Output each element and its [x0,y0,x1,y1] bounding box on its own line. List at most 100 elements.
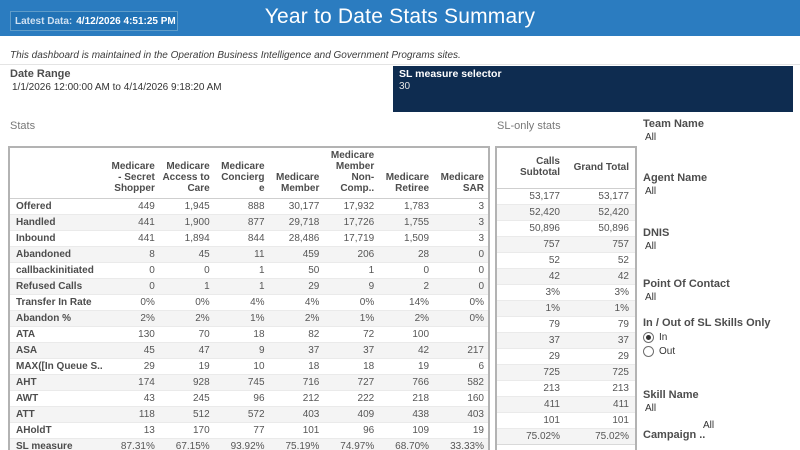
stats-cell: 42 [417,345,430,356]
stats-row-label[interactable]: Refused Calls [10,279,104,295]
stats-row-label[interactable]: Transfer In Rate [10,295,104,311]
filter-dnis-label: DNIS [643,227,670,239]
stats-cell: 4% [304,297,320,308]
stats-cell: 403 [467,409,484,420]
sl-only-cell: 29 [548,351,560,362]
sl-only-row: 75.02% 75.02% [497,428,635,445]
stats-cell: 438 [412,409,430,420]
stats-cell: 10 [253,361,265,372]
stats-row-label[interactable]: callbackinitiated [10,263,104,279]
stats-row: ATT 118 512 572 403 409 438 403 [10,406,488,423]
stats-column-header[interactable]: Medicare - Secret Shopper [104,148,159,199]
stats-row: callbackinitiated 0 0 1 50 1 0 0 [10,263,488,279]
stats-row-label[interactable]: ATT [10,407,104,423]
sl-measure-selector-value[interactable]: 30 [399,81,787,92]
stats-cell: 0 [149,281,155,292]
stats-cell: 74.97% [340,441,375,450]
stats-cell: 1,755 [404,217,430,228]
stats-cell: 68.70% [395,441,430,450]
stats-row-label[interactable]: MAX([In Queue S.. [10,359,104,375]
stats-cell: 217 [467,345,484,356]
stats-cell: 19 [417,361,430,372]
stats-cell: 512 [193,409,210,420]
radio-selected-icon[interactable] [643,332,654,343]
stats-cell: 222 [357,393,375,404]
stats-cell: 0% [469,313,484,324]
filter-point-of-contact-label: Point Of Contact [643,278,730,290]
stats-cell: 2% [304,313,320,324]
stats-cell: 18 [253,329,265,340]
stats-cell: 87.31% [120,441,155,450]
sl-only-row: 53,177 53,177 [497,189,635,205]
stats-cell: 4% [250,297,265,308]
stats-row-label[interactable]: Offered [10,199,104,215]
stats-cell: 1,783 [404,201,430,212]
stats-section-label: Stats [10,120,36,132]
filter-dnis-value: All [645,241,657,252]
sl-only-cell: 79 [548,319,560,330]
stats-cell: 118 [138,409,155,420]
stats-cell: 409 [357,409,375,420]
page-title: Year to Date Stats Summary [264,5,536,28]
filter-sl-skills-label: In / Out of SL Skills Only [643,317,771,329]
stats-column-header[interactable]: Medicare Member [268,148,324,199]
stats-cell: 0 [149,265,155,276]
sl-only-row: 725 725 [497,364,635,381]
stats-column-header[interactable]: Medicare Concierge [213,148,269,199]
stats-row-label[interactable]: AHoldT [10,423,104,439]
radio-option-in[interactable]: In [643,332,795,343]
sl-only-cell: 3% [614,287,629,298]
stats-cell: 93.92% [230,441,265,450]
sl-only-cell: 411 [613,399,629,410]
sl-only-column-header[interactable]: Calls Subtotal [497,148,566,189]
stats-row-label[interactable]: Abandoned [10,247,104,263]
stats-cell: 1% [359,313,375,324]
stats-row-label[interactable]: Inbound [10,231,104,247]
stats-row-label[interactable]: Handled [10,215,104,231]
stats-column-header[interactable]: Medicare Member Non-Comp.. [323,148,379,199]
filter-agent-name-value: All [645,186,657,197]
stats-cell: 459 [302,249,320,260]
stats-cell: 29 [308,281,320,292]
radio-option-out[interactable]: Out [643,346,795,357]
sl-only-row: 29 29 [497,349,635,365]
radio-unselected-icon[interactable] [643,346,654,357]
stats-cell: 3 [478,201,484,212]
filter-agent-name-label: Agent Name [643,172,708,184]
stats-cell [433,327,488,343]
stats-row-label[interactable]: AWT [10,391,104,407]
stats-row-label[interactable]: ASA [10,343,104,359]
sl-only-column-header[interactable]: Grand Total [566,148,635,189]
sl-only-table: Calls Subtotal Grand Total 53,177 53,177 52… [497,148,635,445]
stats-cell: 29 [143,361,155,372]
sl-only-row: 101 101 [497,413,635,429]
sl-only-cell: 75.02% [595,431,629,442]
sl-measure-selector[interactable]: SL measure selector 30 [393,66,793,112]
sl-only-cell: 79 [617,319,629,330]
stats-row-label[interactable]: SL measure [10,439,104,450]
stats-column-header[interactable]: Medicare Access to Care [158,148,214,199]
stats-cell: 1,900 [184,217,210,228]
filter-point-of-contact: Point Of Contact All [643,278,795,303]
dashboard: Latest Data: 4/12/2026 4:51:25 PM Year t… [0,0,800,450]
stats-column-header[interactable]: Medicare SAR [433,148,488,199]
sl-only-cell: 757 [612,239,629,250]
header-bar: Latest Data: 4/12/2026 4:51:25 PM Year t… [0,0,800,36]
stats-column-header[interactable]: Medicare Retiree [378,148,434,199]
stats-cell: 37 [363,345,375,356]
sl-only-cell: 1% [545,303,560,314]
sl-only-cell: 757 [543,239,560,250]
sl-only-cell: 1% [614,303,629,314]
stats-row-label[interactable]: Abandon % [10,311,104,327]
radio-option-in-label: In [659,332,668,343]
sl-only-cell: 50,896 [598,223,629,234]
stats-cell: 8 [149,249,155,260]
sl-only-cell: 3% [545,287,560,298]
stats-row-label[interactable]: ATA [10,327,104,343]
stats-row: ASA 45 47 9 37 37 42 217 [10,342,488,359]
stats-cell: 3 [478,233,484,244]
filter-skill-name: Skill Name All [643,389,795,414]
sl-only-cell: 29 [617,351,629,362]
stats-row-label[interactable]: AHT [10,375,104,391]
stats-cell: 67.15% [175,441,210,450]
